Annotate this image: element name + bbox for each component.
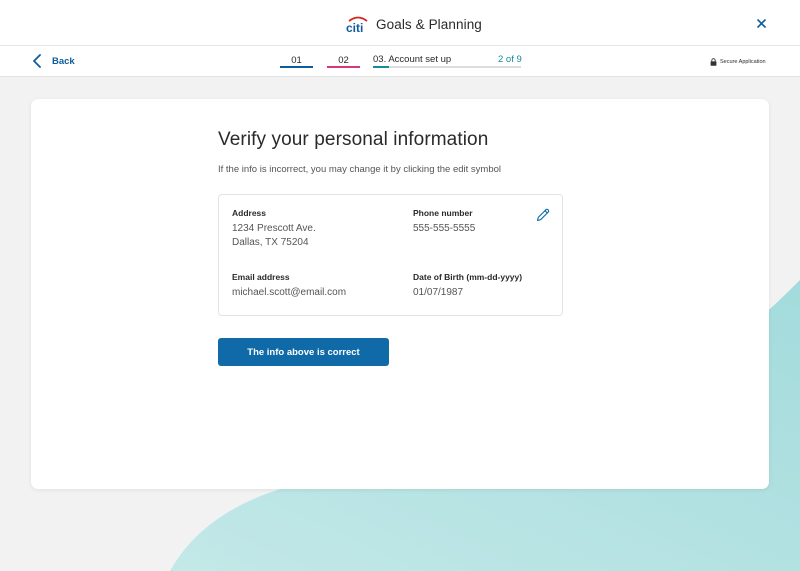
step-01-indicator xyxy=(280,66,313,68)
back-label: Back xyxy=(52,55,75,67)
phone-value: 555-555-5555 xyxy=(413,223,476,234)
step-count: 2 of 9 xyxy=(498,54,522,65)
step-progress-fill xyxy=(373,66,389,68)
dob-value: 01/07/1987 xyxy=(413,287,464,298)
back-button[interactable]: Back xyxy=(32,53,75,69)
edit-button[interactable] xyxy=(535,207,551,223)
close-icon xyxy=(756,18,766,28)
secure-application: Secure Application xyxy=(710,57,766,67)
lock-icon xyxy=(710,58,717,66)
address-line-2: Dallas, TX 75204 xyxy=(232,237,309,248)
citi-logo: citi xyxy=(346,16,368,34)
brand: citi Goals & Planning xyxy=(346,13,482,35)
pencil-icon xyxy=(536,208,550,222)
step-02[interactable]: 02 xyxy=(327,55,360,66)
close-button[interactable] xyxy=(752,14,770,32)
step-01[interactable]: 01 xyxy=(280,55,313,66)
address-label: Address xyxy=(232,208,267,218)
address-field: Address 1234 Prescott Ave. Dallas, TX 75… xyxy=(232,208,316,250)
dob-field: Date of Birth (mm-dd-yyyy) 01/07/1987 xyxy=(413,272,522,300)
page-title: Verify your personal information xyxy=(218,129,489,150)
page-subtitle: If the info is incorrect, you may change… xyxy=(218,164,502,175)
dob-label: Date of Birth (mm-dd-yyyy) xyxy=(413,272,523,282)
page: citi Goals & Planning Back 01 02 03. Acc… xyxy=(0,0,800,571)
personal-info-box: Address 1234 Prescott Ave. Dallas, TX 75… xyxy=(218,194,563,316)
chevron-left-icon xyxy=(33,54,41,68)
verify-card: Verify your personal information If the … xyxy=(31,99,769,489)
top-header: citi Goals & Planning xyxy=(0,0,800,46)
email-field: Email address michael.scott@email.com xyxy=(232,272,346,300)
phone-label: Phone number xyxy=(413,208,473,218)
email-value: michael.scott@email.com xyxy=(232,287,347,298)
confirm-info-button[interactable]: The info above is correct xyxy=(218,338,389,366)
email-label: Email address xyxy=(232,272,290,282)
phone-field: Phone number 555-555-5555 xyxy=(413,208,475,236)
address-line-1: 1234 Prescott Ave. xyxy=(232,223,316,234)
progress-nav: Back 01 02 03. Account set up 2 of 9 Sec… xyxy=(0,46,800,77)
current-step-label: 03. Account set up xyxy=(373,54,452,65)
app-title: Goals & Planning xyxy=(376,16,482,32)
secure-label: Secure Application xyxy=(720,59,766,65)
svg-text:citi: citi xyxy=(346,21,363,34)
step-progress-track xyxy=(373,66,521,68)
step-02-indicator xyxy=(327,66,360,68)
